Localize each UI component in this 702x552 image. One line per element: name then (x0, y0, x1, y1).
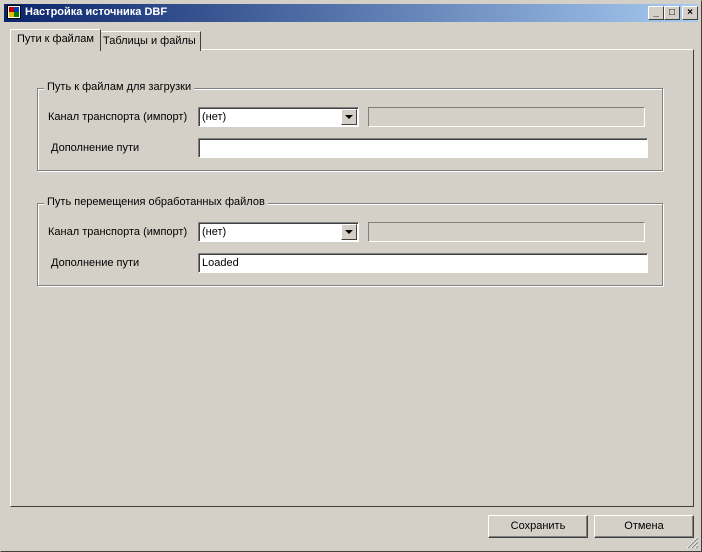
maximize-icon: □ (668, 7, 676, 18)
window-title: Настройка источника DBF (25, 6, 168, 18)
minimize-icon: _ (653, 7, 659, 18)
move-transport-label: Канал транспорта (импорт) (48, 226, 188, 238)
dbf-source-settings-window: Настройка источника DBF _ □ × Пути к фай… (0, 0, 702, 552)
tab-panel-file-paths: Путь к файлам для загрузки Канал транспо… (10, 49, 694, 507)
move-path-display (368, 222, 645, 242)
move-path-group: Путь перемещения обработанных файлов Кан… (37, 196, 663, 286)
close-button[interactable]: × (682, 6, 698, 20)
move-path-group-legend: Путь перемещения обработанных файлов (44, 196, 268, 208)
load-path-addition-label: Дополнение пути (51, 142, 140, 154)
resize-grip-icon[interactable] (685, 535, 699, 549)
title-bar[interactable]: Настройка источника DBF _ □ × (4, 4, 698, 22)
close-icon: × (687, 7, 693, 18)
move-path-addition-input[interactable] (198, 253, 648, 273)
tab-label: Таблицы и файлы (103, 35, 196, 47)
move-path-addition-label: Дополнение пути (51, 257, 140, 269)
load-transport-value: (нет) (202, 111, 227, 123)
maximize-button[interactable]: □ (664, 6, 680, 20)
load-transport-label: Канал транспорта (импорт) (48, 111, 188, 123)
tab-label: Пути к файлам (17, 33, 94, 45)
save-button[interactable]: Сохранить (488, 515, 588, 538)
tab-tables-and-files[interactable]: Таблицы и файлы (98, 31, 201, 51)
tab-file-paths[interactable]: Пути к файлам (10, 29, 101, 51)
move-transport-combo[interactable]: (нет) (198, 222, 359, 242)
chevron-down-icon (345, 115, 353, 119)
load-path-group: Путь к файлам для загрузки Канал транспо… (37, 81, 663, 171)
cancel-button[interactable]: Отмена (594, 515, 694, 538)
load-transport-dropdown-button[interactable] (341, 109, 357, 125)
load-path-display (368, 107, 645, 127)
load-transport-combo[interactable]: (нет) (198, 107, 359, 127)
minimize-button[interactable]: _ (648, 6, 664, 20)
chevron-down-icon (345, 230, 353, 234)
move-transport-dropdown-button[interactable] (341, 224, 357, 240)
load-path-addition-input[interactable] (198, 138, 648, 158)
app-icon (7, 5, 21, 19)
move-transport-value: (нет) (202, 226, 227, 238)
load-path-group-legend: Путь к файлам для загрузки (44, 81, 195, 93)
